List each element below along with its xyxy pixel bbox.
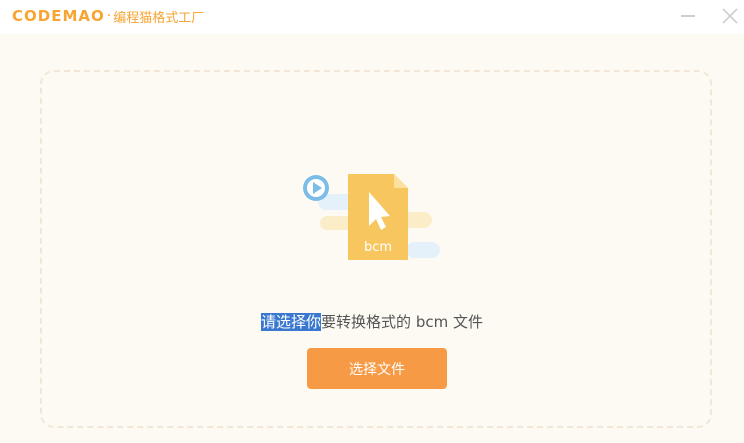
bcm-file-illustration: bcm	[296, 168, 446, 268]
select-prompt: 请选择你要转换格式的 bcm 文件	[0, 311, 744, 332]
brand-separator: ·	[106, 8, 112, 24]
app-brand: CODEMAO · 编程猫格式工厂	[12, 5, 204, 27]
file-type-label: bcm	[364, 240, 392, 255]
bcm-file-icon: bcm	[348, 174, 408, 260]
app-title: 编程猫格式工厂	[113, 10, 205, 26]
prompt-selected-text: 请选择你	[261, 313, 322, 331]
prompt-rest-text: 要转换格式的 bcm 文件	[321, 313, 483, 331]
select-file-button[interactable]: 选择文件	[307, 348, 447, 389]
minimize-button[interactable]	[673, 2, 703, 30]
close-icon	[722, 8, 738, 24]
codemao-logo: CODEMAO	[12, 7, 105, 25]
title-bar: CODEMAO · 编程猫格式工厂	[0, 0, 744, 34]
close-button[interactable]	[715, 2, 744, 30]
minimize-icon	[681, 15, 695, 17]
play-icon	[303, 175, 329, 201]
